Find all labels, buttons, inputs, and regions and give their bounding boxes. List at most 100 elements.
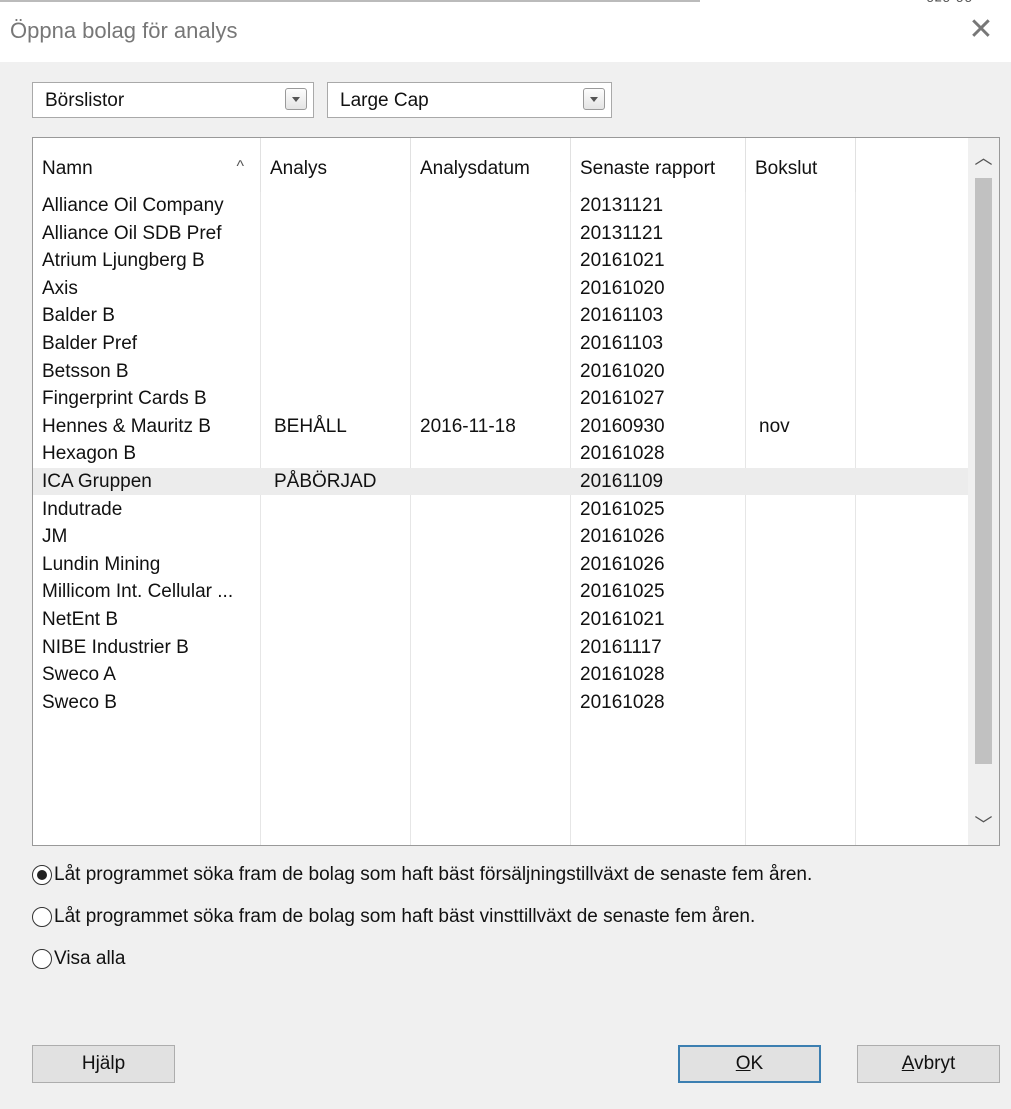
- scrollbar-thumb[interactable]: [975, 178, 992, 764]
- chevron-down-icon[interactable]: [285, 88, 307, 110]
- cell-analys: [261, 220, 411, 247]
- cell-senaste-rapport: 20161028: [580, 443, 665, 465]
- table-row[interactable]: ICA Gruppen PÅBÖRJAD 20161109: [33, 468, 968, 495]
- cell-analys: PÅBÖRJAD: [274, 471, 377, 492]
- table-row[interactable]: Alliance Oil SDB Pref 20131121: [33, 220, 968, 247]
- cell-bokslut: [746, 606, 856, 633]
- cell-analys: [261, 578, 411, 605]
- cell-name: Balder Pref: [42, 333, 138, 354]
- cell-analys: [261, 661, 411, 688]
- table-row[interactable]: Hennes & Mauritz B BEHÅLL 2016-11-18 201609…: [33, 413, 968, 440]
- cell-bokslut: [746, 302, 856, 329]
- cell-analysdatum: [411, 330, 571, 357]
- table-row[interactable]: Axis 20161020: [33, 275, 968, 302]
- column-header-namn[interactable]: Namn ^: [33, 138, 261, 192]
- scroll-up-icon[interactable]: ︿: [968, 138, 999, 178]
- list-value-dropdown[interactable]: Large Cap: [327, 82, 612, 118]
- cell-name: NetEnt B: [42, 609, 119, 630]
- cell-bokslut: [746, 634, 856, 661]
- cancel-mnemonic: A: [901, 1053, 915, 1074]
- table-row[interactable]: NetEnt B 20161021: [33, 606, 968, 633]
- cell-analysdatum: [411, 468, 571, 495]
- background-window-edge: [0, 0, 700, 2]
- table-row[interactable]: Sweco B 20161028: [33, 689, 968, 716]
- cell-analysdatum: [411, 606, 571, 633]
- cell-analysdatum: [411, 689, 571, 716]
- help-button[interactable]: Hjälp: [32, 1045, 175, 1083]
- column-header-senaste-rapport[interactable]: Senaste rapport: [571, 138, 746, 192]
- cell-bokslut: [746, 247, 856, 274]
- cell-bokslut: [746, 661, 856, 688]
- column-header-analys[interactable]: Analys: [261, 138, 411, 192]
- column-header-bokslut[interactable]: Bokslut: [746, 138, 856, 192]
- cell-bokslut: [746, 523, 856, 550]
- radio-button-icon[interactable]: [32, 907, 52, 927]
- cell-analys: [261, 247, 411, 274]
- cell-analys: [261, 192, 411, 219]
- cell-senaste-rapport: 20161021: [580, 609, 665, 630]
- table-row[interactable]: Balder B 20161103: [33, 302, 968, 329]
- table-row[interactable]: JM 20161026: [33, 523, 968, 550]
- option-label: Låt programmet söka fram de bolag som ha…: [54, 864, 813, 885]
- table-row[interactable]: Alliance Oil Company 20131121: [33, 192, 968, 219]
- vertical-scrollbar[interactable]: ︿ ﹀: [968, 138, 999, 845]
- cell-bokslut: [746, 220, 856, 247]
- cancel-button[interactable]: Avbryt: [857, 1045, 1000, 1083]
- cell-bokslut: [746, 496, 856, 523]
- cell-analys: [261, 496, 411, 523]
- radio-button-icon[interactable]: [32, 865, 52, 885]
- table-header: Namn ^ Analys Analysdatum Senaste rappor…: [33, 138, 968, 192]
- table-row[interactable]: Balder Pref 20161103: [33, 330, 968, 357]
- cell-senaste-rapport: 20131121: [580, 222, 664, 244]
- scroll-down-icon[interactable]: ﹀: [968, 805, 999, 845]
- cell-bokslut: [746, 551, 856, 578]
- cell-senaste-rapport: 20161117: [580, 636, 662, 658]
- cell-analysdatum: [411, 247, 571, 274]
- cell-senaste-rapport: 20161025: [580, 581, 665, 603]
- table-row[interactable]: Sweco A 20161028: [33, 661, 968, 688]
- list-type-dropdown[interactable]: Börslistor: [32, 82, 314, 118]
- cell-bokslut: [746, 440, 856, 467]
- cell-analysdatum: [411, 551, 571, 578]
- table-row[interactable]: Betsson B 20161020: [33, 358, 968, 385]
- cell-bokslut: [746, 330, 856, 357]
- cell-analysdatum: [411, 275, 571, 302]
- option-label: Visa alla: [54, 948, 126, 969]
- cell-bokslut: [746, 385, 856, 412]
- cell-analys: [261, 606, 411, 633]
- ok-button[interactable]: OK: [678, 1045, 821, 1083]
- chevron-down-icon[interactable]: [583, 88, 605, 110]
- cell-name: Balder B: [42, 305, 115, 327]
- table-row[interactable]: Fingerprint Cards B 20161027: [33, 385, 968, 412]
- cell-analysdatum: [411, 385, 571, 412]
- close-icon[interactable]: ✕: [965, 14, 997, 46]
- column-header-label: Analys: [270, 158, 328, 179]
- column-header-label: Analysdatum: [420, 158, 530, 179]
- table-row[interactable]: Atrium Ljungberg B 20161021: [33, 247, 968, 274]
- cell-name: Sweco A: [42, 664, 116, 686]
- column-header-label: Senaste rapport: [580, 158, 716, 179]
- cell-name: Alliance Oil SDB Pref: [42, 222, 222, 244]
- company-table: Namn ^ Analys Analysdatum Senaste rappor…: [32, 137, 1000, 846]
- sort-ascending-icon: ^: [236, 158, 244, 175]
- ok-label-rest: K: [750, 1053, 764, 1074]
- table-row[interactable]: Hexagon B 20161028: [33, 440, 968, 467]
- column-header-analysdatum[interactable]: Analysdatum: [411, 138, 571, 192]
- cell-senaste-rapport: 20161028: [580, 664, 665, 686]
- cell-analys: [261, 440, 411, 467]
- cell-analys: [261, 689, 411, 716]
- cell-senaste-rapport: 20161025: [580, 498, 665, 520]
- cell-senaste-rapport: 20161027: [580, 388, 665, 410]
- list-value-value: Large Cap: [340, 90, 429, 111]
- cell-name: Betsson B: [42, 360, 129, 382]
- table-row[interactable]: Indutrade 20161025: [33, 496, 968, 523]
- table-row[interactable]: Lundin Mining 20161026: [33, 551, 968, 578]
- column-header-label: Namn: [42, 158, 93, 179]
- cell-senaste-rapport: 20161021: [580, 250, 665, 272]
- cell-bokslut: [746, 358, 856, 385]
- table-row[interactable]: NIBE Industrier B 20161117: [33, 634, 968, 661]
- cell-name: Axis: [42, 277, 78, 299]
- radio-button-icon[interactable]: [32, 949, 52, 969]
- open-company-dialog: ᵒ²ᵒ'ᵒᵒ Öppna bolag för analys ✕ Börslist…: [0, 0, 1011, 1109]
- table-row[interactable]: Millicom Int. Cellular ... 20161025: [33, 578, 968, 605]
